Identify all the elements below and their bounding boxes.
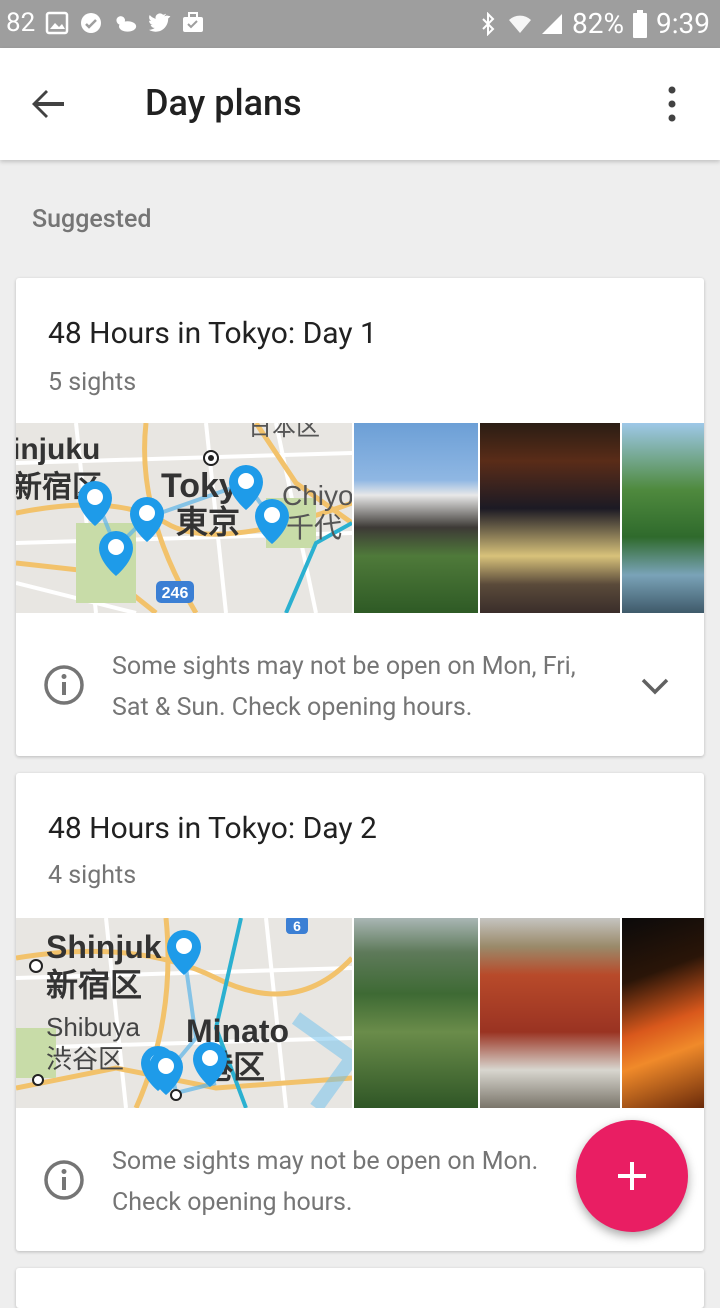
- page-title: Day plans: [145, 82, 302, 124]
- card-sights-count: 5 sights: [48, 368, 137, 397]
- sight-photo-palace: [354, 423, 478, 613]
- sight-photo-tokyo-tower: [622, 918, 704, 1108]
- bluetooth-icon: [482, 11, 495, 36]
- chevron-down-icon[interactable]: [640, 676, 670, 696]
- sight-photo-garden: [622, 423, 704, 613]
- back-arrow-icon[interactable]: [24, 80, 72, 128]
- app-bar: Day plans: [0, 48, 720, 160]
- card-title: 48 Hours in Tokyo: Day 2: [48, 811, 377, 846]
- route-badge: 6: [293, 918, 301, 934]
- image-strip: 246 injuku 新宿区 Tokyo 東京 Chiyo 千代 日本区: [16, 414, 704, 615]
- route-map: 246 injuku 新宿区 Tokyo 東京 Chiyo 千代 日本区: [16, 414, 354, 615]
- battery-percent: 82%: [572, 7, 624, 40]
- map-label: Shibuya: [46, 1012, 140, 1042]
- sight-photo-temple-gate: [480, 918, 620, 1108]
- briefcase-icon: [183, 12, 204, 32]
- sync-icon: [81, 13, 102, 33]
- map-label: 新宿区: [46, 967, 142, 1003]
- wifi-icon: [509, 15, 532, 33]
- card-title: 48 Hours in Tokyo: Day 1: [48, 316, 377, 351]
- day-plan-card-1[interactable]: 48 Hours in Tokyo: Day 1 5 sights 246 in…: [16, 278, 704, 756]
- status-bar: 82 82% 9:39: [0, 0, 720, 48]
- more-vert-icon[interactable]: [660, 84, 684, 124]
- map-label: Minato: [186, 1013, 289, 1049]
- map-label: Chiyo: [282, 480, 352, 511]
- image-icon: [45, 11, 69, 35]
- info-icon: [44, 1160, 84, 1200]
- map-label: 日本区: [248, 423, 320, 441]
- opening-hours-notice: Some sights may not be open on Mon, Fri,…: [112, 652, 576, 722]
- day-plan-card-3[interactable]: [16, 1268, 704, 1308]
- clock: 9:39: [656, 7, 710, 40]
- route-map: 6 Shinjuk 新宿区 Minato 港区 Shibuya 渋谷区: [16, 916, 362, 1113]
- route-badge: 246: [162, 585, 189, 602]
- card-sights-count: 4 sights: [48, 861, 137, 890]
- map-label: 渋谷区: [46, 1044, 124, 1074]
- twitter-icon: [149, 13, 171, 32]
- map-label: 千代: [286, 512, 342, 543]
- opening-hours-notice: Some sights may not be open on Mon. Chec…: [112, 1147, 539, 1217]
- sight-photo-shrine-night: [480, 423, 620, 613]
- add-plan-button[interactable]: [576, 1120, 688, 1232]
- map-label: Shinjuk: [46, 929, 162, 965]
- plus-icon: [618, 1162, 646, 1190]
- signal-icon: [542, 13, 563, 34]
- weather-icon: [116, 16, 137, 32]
- notice-row[interactable]: Some sights may not be open on Mon, Fri,…: [16, 613, 704, 756]
- section-label: Suggested: [32, 205, 152, 234]
- map-label: 東京: [176, 504, 240, 540]
- sight-photo-park-aerial: [354, 918, 478, 1108]
- status-number: 82: [6, 8, 36, 38]
- map-label: injuku: [16, 433, 100, 466]
- battery-icon: [633, 9, 647, 38]
- info-icon: [44, 665, 84, 705]
- image-strip: 6 Shinjuk 新宿区 Minato 港区 Shibuya 渋谷区: [16, 916, 704, 1113]
